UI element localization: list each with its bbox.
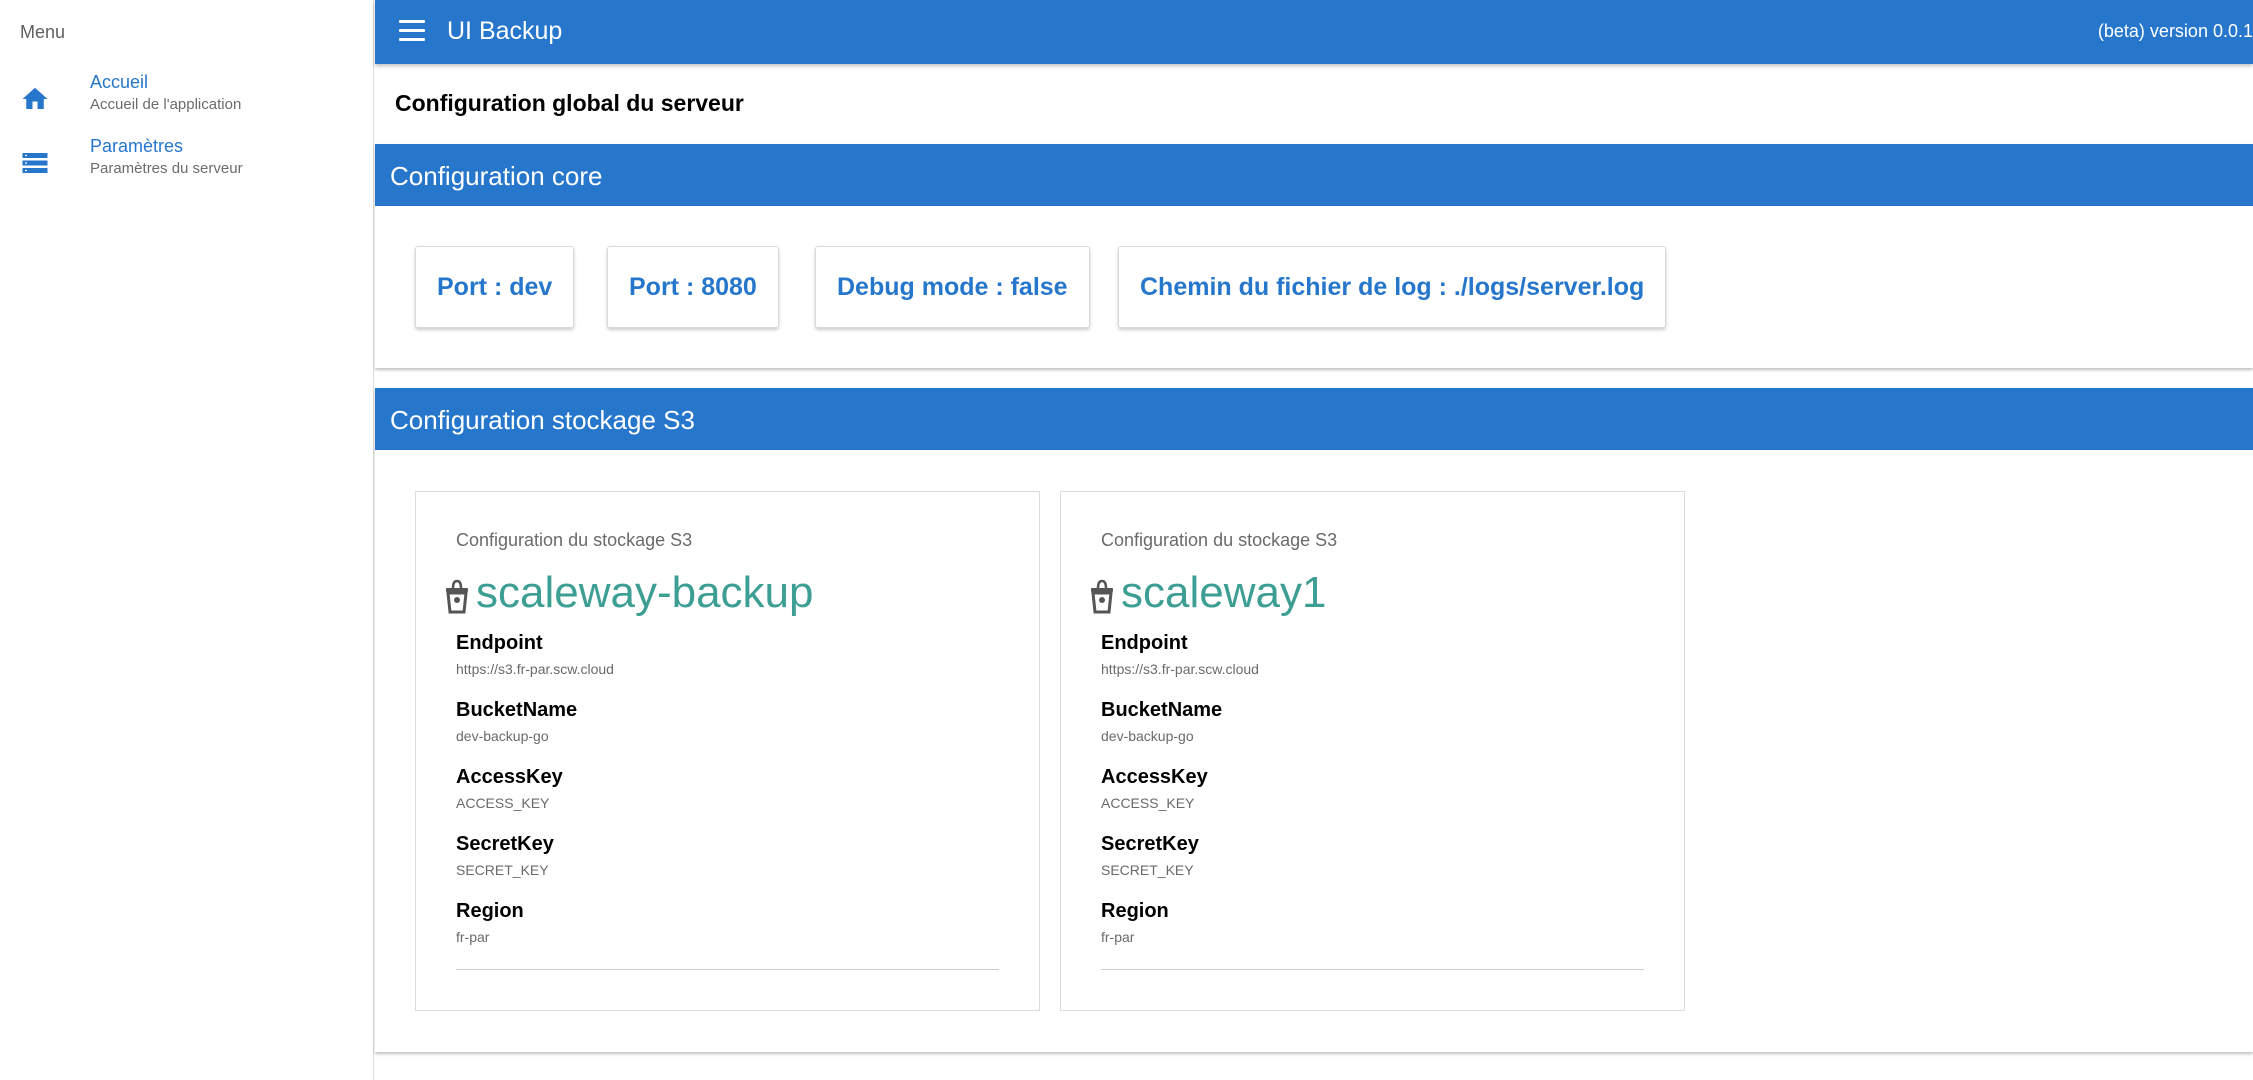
- log-path-chip: Chemin du fichier de log : ./logs/server…: [1118, 246, 1667, 328]
- core-config-section: Configuration core Port : dev Port : 808…: [375, 144, 2253, 368]
- home-icon: [22, 87, 48, 109]
- bucket-name: scaleway-backup: [476, 568, 814, 617]
- bucket-icon: [446, 579, 468, 614]
- endpoint-field: Endpoint https://s3.fr-par.scw.cloud: [1101, 632, 1259, 677]
- field-value: ACCESS_KEY: [456, 795, 550, 811]
- region-field: Region fr-par: [1101, 900, 1169, 945]
- bucket-name: scaleway1: [1121, 568, 1327, 617]
- sidebar-item-parametres[interactable]: Paramètres Paramètres du serveur: [0, 136, 374, 196]
- bucket-icon: [1091, 579, 1113, 614]
- card-divider: [1101, 969, 1644, 970]
- port-env-chip: Port : dev: [415, 246, 575, 328]
- field-value: fr-par: [456, 929, 490, 945]
- card-caption: Configuration du stockage S3: [1101, 530, 1338, 550]
- port-number-chip: Port : 8080: [607, 246, 779, 328]
- accesskey-field: AccessKey ACCESS_KEY: [456, 766, 563, 811]
- field-label: SecretKey: [456, 833, 554, 855]
- bucketname-field: BucketName dev-backup-go: [456, 699, 577, 744]
- sidebar: Menu Accueil Accueil de l'application Pa…: [0, 0, 374, 1080]
- app-root: Menu Accueil Accueil de l'application Pa…: [0, 0, 2253, 1080]
- s3-config-section: Configuration stockage S3 Configuration …: [375, 388, 2253, 1052]
- field-value: SECRET_KEY: [456, 862, 549, 878]
- sidebar-item-accueil[interactable]: Accueil Accueil de l'application: [0, 72, 374, 132]
- top-app-bar: UI Backup (beta) version 0.0.1: [375, 0, 2253, 64]
- s3-storage-card: Configuration du stockage S3 scaleway1 E…: [1060, 491, 1685, 1011]
- sidebar-item-subtitle: Accueil de l'application: [90, 96, 242, 113]
- field-label: AccessKey: [1101, 766, 1208, 788]
- field-value: dev-backup-go: [456, 728, 549, 744]
- secretkey-field: SecretKey SECRET_KEY: [456, 833, 554, 878]
- endpoint-field: Endpoint https://s3.fr-par.scw.cloud: [456, 632, 614, 677]
- version-label: (beta) version 0.0.1: [2097, 21, 2253, 41]
- s3-storage-card: Configuration du stockage S3 scaleway-ba…: [415, 491, 1040, 1011]
- field-label: AccessKey: [456, 766, 563, 788]
- hamburger-menu-icon[interactable]: [399, 20, 425, 42]
- field-label: Endpoint: [456, 632, 543, 654]
- field-value: ACCESS_KEY: [1101, 795, 1195, 811]
- sidebar-item-label: Paramètres: [90, 136, 184, 156]
- field-label: Region: [456, 900, 524, 922]
- field-value: https://s3.fr-par.scw.cloud: [456, 661, 614, 677]
- bucketname-field: BucketName dev-backup-go: [1101, 699, 1222, 744]
- accesskey-field: AccessKey ACCESS_KEY: [1101, 766, 1208, 811]
- list-icon: [22, 153, 48, 173]
- field-value: https://s3.fr-par.scw.cloud: [1101, 661, 1259, 677]
- field-value: SECRET_KEY: [1101, 862, 1194, 878]
- field-label: BucketName: [1101, 699, 1223, 721]
- debug-mode-chip: Debug mode : false: [815, 246, 1090, 328]
- field-label: SecretKey: [1101, 833, 1199, 855]
- secretkey-field: SecretKey SECRET_KEY: [1101, 833, 1199, 878]
- field-label: BucketName: [456, 699, 578, 721]
- card-divider: [456, 969, 999, 970]
- app-title: UI Backup: [447, 17, 563, 45]
- page-title: Configuration global du serveur: [395, 90, 744, 116]
- field-value: dev-backup-go: [1101, 728, 1194, 744]
- sidebar-item-label: Accueil: [90, 72, 149, 92]
- sidebar-item-subtitle: Paramètres du serveur: [90, 160, 243, 177]
- core-section-header: Configuration core: [375, 144, 2253, 206]
- region-field: Region fr-par: [456, 900, 524, 945]
- s3-section-header: Configuration stockage S3: [375, 388, 2253, 450]
- field-label: Region: [1101, 900, 1169, 922]
- card-caption: Configuration du stockage S3: [456, 530, 693, 550]
- sidebar-title: Menu: [20, 22, 66, 42]
- field-value: fr-par: [1101, 929, 1135, 945]
- field-label: Endpoint: [1101, 632, 1188, 654]
